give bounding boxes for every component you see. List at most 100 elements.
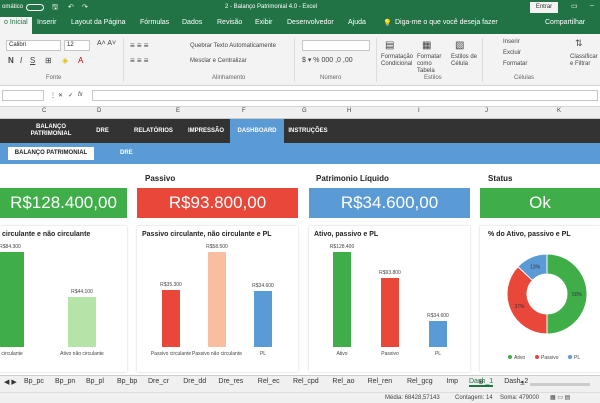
cancel-icon[interactable]: ✕ (58, 92, 63, 99)
column-header[interactable]: E (176, 108, 180, 114)
tab-page-layout[interactable]: Layout da Página (71, 19, 126, 26)
sort-filter-button[interactable]: Classificar e Filtrar (570, 54, 600, 68)
sort-filter-icon[interactable]: ⇅ (575, 38, 583, 49)
legend-marker (568, 355, 572, 359)
category-label: PL (259, 351, 267, 357)
status-bar: Média: 68428,57143 Contagem: 14 Soma: 47… (0, 392, 600, 403)
cond-format-icon[interactable]: ▤ (385, 40, 394, 51)
undo-icon[interactable]: ↶ (68, 3, 74, 11)
chart-card-pie: % do Ativo, passivo e PL 50% 37% 13% Ativo P… (480, 226, 600, 372)
align-left-icon[interactable]: ≡ ≡ ≡ (130, 56, 148, 65)
column-header[interactable]: K (557, 108, 561, 114)
format-table-button[interactable]: Formatar como Tabela (417, 54, 449, 76)
divider (376, 38, 377, 82)
tell-me-search[interactable]: Diga-me o que você deseja fazer (395, 19, 498, 26)
sheet-tab[interactable]: Rel_gcg (407, 378, 433, 385)
subnav-balanco[interactable]: BALANÇO PATRIMONIAL (8, 147, 94, 160)
cell-styles-icon[interactable]: ▧ (455, 40, 464, 51)
nav-impressao[interactable]: IMPRESSÃO (182, 119, 230, 143)
sheet-scroll-icon[interactable]: ◂ (520, 378, 524, 386)
sheet-tab[interactable]: Rel_ec (258, 378, 280, 385)
underline-icon[interactable]: S (30, 56, 35, 65)
column-header[interactable]: F (242, 108, 246, 114)
sheet-tab[interactable]: Rel_ao (332, 378, 354, 385)
signin-button[interactable]: Entrar (530, 2, 558, 13)
share-button[interactable]: Compartilhar (545, 19, 585, 26)
font-color-icon[interactable]: A (78, 56, 83, 65)
legend-marker (508, 355, 512, 359)
grow-font-icon[interactable]: A˄ A˅ (97, 40, 116, 47)
cond-format-button[interactable]: Formatação Condicional (381, 54, 415, 68)
kpi-ativo: R$128.400,00 (0, 188, 127, 218)
chart-card-total: Ativo, passivo e PL R$128.400 Ativo R$93.8… (309, 226, 470, 372)
kpi-passivo: R$93.800,00 (137, 188, 298, 218)
column-header[interactable]: D (97, 108, 101, 114)
font-name-select[interactable]: Calibri (6, 40, 61, 51)
name-box[interactable] (2, 90, 44, 101)
tab-data[interactable]: Dados (182, 19, 202, 26)
horizontal-scrollbar[interactable] (530, 383, 590, 386)
fx-icon[interactable]: fx (78, 92, 83, 98)
sheet-tab[interactable]: Dre_dd (183, 378, 206, 385)
tab-review[interactable]: Revisão (217, 19, 242, 26)
column-header[interactable]: J (485, 108, 488, 114)
nav-dashboard[interactable]: DASHBOARD (230, 119, 284, 143)
sheet-tab[interactable]: Bp_pn (55, 378, 75, 385)
nav-balanco[interactable]: BALANÇO PATRIMONIAL (22, 119, 80, 143)
tab-view[interactable]: Exibir (255, 19, 273, 26)
column-headers: C D E F G H I J K (0, 107, 600, 119)
format-cells-button[interactable]: Formatar (503, 61, 527, 67)
view-normal-icon[interactable]: ▦ ▭ ▤ (550, 394, 570, 401)
column-header[interactable]: G (302, 108, 307, 114)
delete-cells-button[interactable]: Excluir (503, 50, 521, 56)
sheet-tab[interactable]: Bp_pc (24, 378, 44, 385)
tab-insert[interactable]: Inserir (37, 19, 56, 26)
sheet-nav-icon[interactable]: ◀ ▶ (4, 378, 17, 386)
borders-icon[interactable]: ⊞ (45, 56, 52, 65)
nav-relatorios[interactable]: RELATÓRIOS (125, 119, 182, 143)
pie-chart: 50% 37% 13% Ativo Passivo PL (506, 253, 588, 361)
sheet-tab[interactable]: Dre_res (218, 378, 243, 385)
minimize-icon[interactable]: – (590, 2, 594, 9)
tab-developer[interactable]: Desenvolvedor (287, 19, 334, 26)
autosave-toggle[interactable] (26, 4, 44, 11)
save-icon[interactable]: 🖫 (52, 3, 58, 14)
number-format-select[interactable] (302, 40, 370, 51)
sheet-tab[interactable]: Bp_bp (117, 378, 137, 385)
cell-styles-button[interactable]: Estilos de Célula (451, 54, 479, 68)
sheet-tab[interactable]: Rel_ren (368, 378, 393, 385)
column-header[interactable]: H (347, 108, 351, 114)
sheet-tab[interactable]: Bp_pl (86, 378, 104, 385)
tab-home[interactable]: o Inicial (0, 17, 32, 34)
tab-help[interactable]: Ajuda (348, 19, 366, 26)
wrap-text-button[interactable]: Quebrar Texto Automaticamente (190, 43, 276, 49)
ribbon-display-icon[interactable]: ▭ (571, 2, 578, 10)
insert-cells-button[interactable]: Inserir (503, 39, 520, 45)
chart-bar (429, 321, 447, 347)
enter-icon[interactable]: ✓ (68, 92, 73, 99)
format-table-icon[interactable]: ▦ (422, 40, 431, 51)
tab-formulas[interactable]: Fórmulas (140, 19, 169, 26)
sheet-tab[interactable]: Rel_cpd (293, 378, 319, 385)
data-label: R$35.300 (160, 281, 182, 288)
align-top-icon[interactable]: ≡ ≡ ≡ (130, 41, 148, 50)
subnav-dre[interactable]: DRE (120, 150, 133, 156)
bold-icon[interactable]: N (8, 56, 14, 65)
redo-icon[interactable]: ↷ (82, 3, 88, 11)
fill-color-icon[interactable]: ◈ (62, 56, 68, 65)
chart-bar (333, 252, 351, 347)
italic-icon[interactable]: I (20, 56, 22, 65)
formula-input[interactable] (92, 90, 598, 101)
column-header[interactable]: I (418, 108, 420, 114)
merge-center-button[interactable]: Mesclar e Centralizar (190, 58, 247, 64)
sheet-tab[interactable]: Imp (446, 378, 458, 385)
chart-card-passivo: Passivo circulante, não circulante e PL … (137, 226, 298, 372)
sheet-tab[interactable]: Dre_cr (148, 378, 169, 385)
column-header[interactable]: C (42, 108, 46, 114)
currency-icon[interactable]: $ ▾ % 000 ,0 ,00 (302, 56, 353, 64)
font-size-select[interactable]: 12 (64, 40, 90, 51)
nav-dre[interactable]: DRE (80, 119, 125, 143)
add-sheet-icon[interactable]: ⊕ (478, 378, 484, 386)
sheet-tab[interactable]: Dash_2 (504, 378, 528, 385)
nav-instrucoes[interactable]: INSTRUÇÕES (284, 119, 332, 143)
